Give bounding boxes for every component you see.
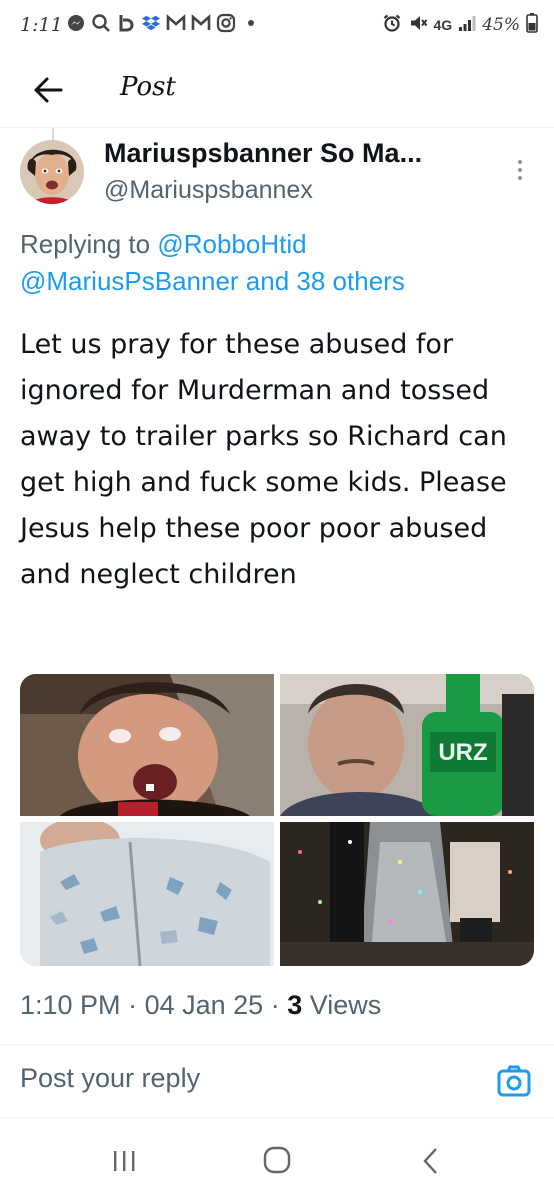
system-status: 4G 45% bbox=[382, 13, 538, 37]
gmail-icon bbox=[166, 13, 186, 33]
recents-button[interactable] bbox=[104, 1144, 144, 1178]
alarm-icon bbox=[382, 13, 402, 37]
tweet-text: Let us pray for these abused for ignored… bbox=[20, 329, 507, 590]
top-bar: Post bbox=[0, 50, 554, 128]
signal-icon bbox=[458, 14, 476, 36]
back-chevron-icon bbox=[423, 1148, 437, 1174]
media-grid: URZ bbox=[20, 674, 534, 966]
replying-to-others-link[interactable]: @MariusPsBanner and 38 others bbox=[20, 266, 405, 296]
tweet-meta: 1:10 PM · 04 Jan 25 · 3 Views bbox=[20, 990, 381, 1021]
media-photo-4[interactable] bbox=[280, 822, 534, 966]
separator-dot-2: · bbox=[270, 990, 288, 1020]
camera-icon bbox=[497, 1065, 531, 1097]
back-nav-button[interactable] bbox=[412, 1144, 452, 1178]
mute-icon bbox=[408, 13, 428, 37]
dot-icon bbox=[241, 13, 261, 33]
b-app-icon bbox=[116, 13, 136, 33]
author-name[interactable]: Mariuspsbanner So Ma... bbox=[104, 138, 422, 169]
instagram-icon bbox=[216, 13, 236, 33]
system-nav-bar bbox=[0, 1118, 554, 1200]
media-photo-3[interactable] bbox=[20, 818, 274, 966]
tweet-date: 04 Jan 25 bbox=[144, 990, 264, 1020]
media-photo-2[interactable]: URZ bbox=[280, 674, 534, 816]
status-time: 1:11 bbox=[20, 14, 63, 36]
reply-input[interactable]: Post your reply bbox=[20, 1063, 200, 1094]
back-arrow-icon bbox=[34, 77, 63, 103]
back-button[interactable] bbox=[28, 70, 68, 110]
network-type: 4G bbox=[433, 17, 453, 33]
gmail-icon-2 bbox=[191, 13, 211, 33]
page-title: Post bbox=[120, 72, 176, 102]
home-icon bbox=[263, 1146, 291, 1174]
battery-icon bbox=[526, 13, 538, 37]
media-photo-1[interactable] bbox=[20, 674, 274, 818]
views-count[interactable]: 3 bbox=[287, 990, 302, 1020]
replying-to-handle-link[interactable]: @RobboHtid bbox=[157, 229, 306, 259]
avatar[interactable] bbox=[20, 140, 84, 204]
replying-to: Replying to @RobboHtid @MariusPsBanner a… bbox=[20, 226, 540, 300]
messenger-icon bbox=[66, 13, 86, 33]
bottle-label: URZ bbox=[438, 739, 487, 766]
dropbox-icon bbox=[141, 13, 161, 33]
more-dots-icon bbox=[518, 160, 522, 180]
battery-percent: 45% bbox=[482, 15, 520, 35]
replying-prefix: Replying to bbox=[20, 229, 151, 259]
status-bar: 1:11 4G 45% bbox=[0, 0, 554, 50]
home-button[interactable] bbox=[257, 1144, 297, 1178]
views-label[interactable]: Views bbox=[310, 990, 382, 1020]
thread-connector bbox=[52, 128, 54, 140]
author-handle[interactable]: @Mariuspsbannex bbox=[104, 176, 313, 205]
recents-icon bbox=[114, 1151, 135, 1171]
separator-dot: · bbox=[128, 990, 145, 1020]
notification-icons bbox=[66, 13, 261, 33]
tweet-time: 1:10 PM bbox=[20, 990, 121, 1020]
search-app-icon bbox=[91, 13, 111, 33]
reply-bar: Post your reply bbox=[0, 1044, 554, 1118]
more-options-button[interactable] bbox=[508, 156, 532, 186]
camera-button[interactable] bbox=[496, 1063, 532, 1099]
